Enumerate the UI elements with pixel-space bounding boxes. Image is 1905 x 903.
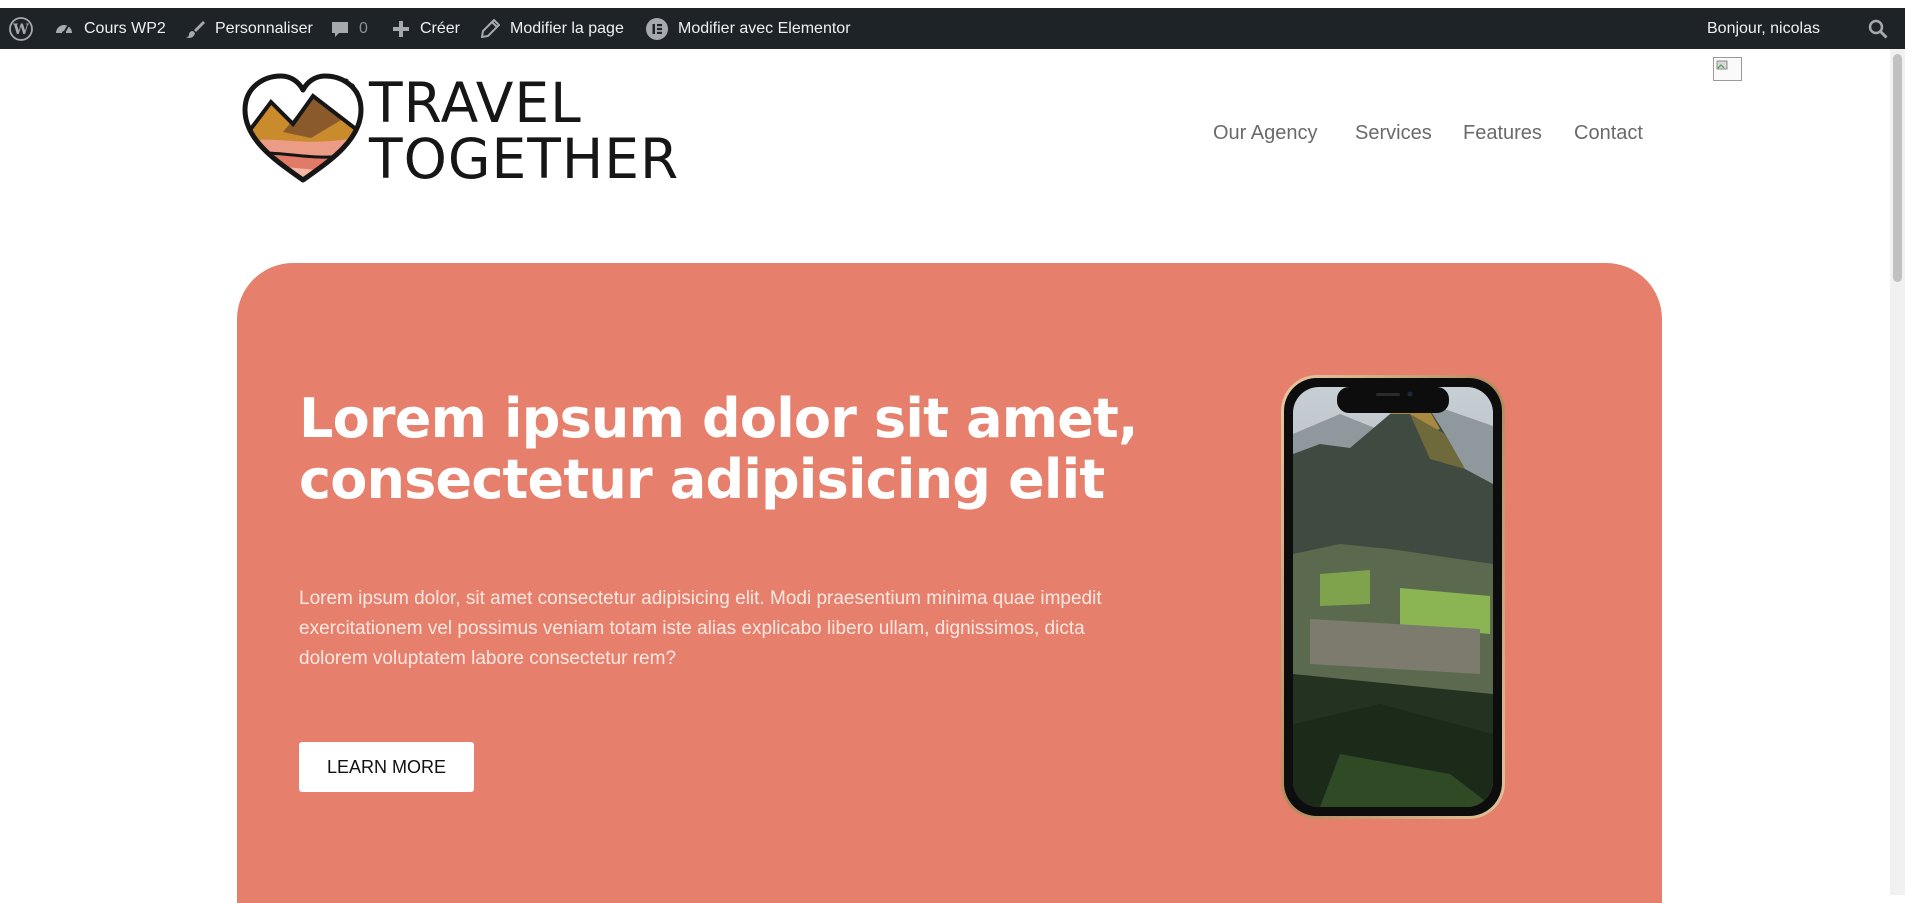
broken-image-icon xyxy=(1713,57,1742,81)
logo-line-1: TRAVEL xyxy=(369,71,582,135)
learn-more-button[interactable]: LEARN MORE xyxy=(299,742,474,792)
wordpress-logo-button[interactable]: W xyxy=(9,8,33,49)
customize-button[interactable]: Personnaliser xyxy=(185,8,313,49)
nav-features[interactable]: Features xyxy=(1463,119,1542,147)
nav-our-agency[interactable]: Our Agency xyxy=(1213,119,1318,147)
my-account-menu[interactable]: Bonjour, nicolas xyxy=(1707,8,1820,49)
hero-description-line-3: dolorem voluptatem labore consectetur re… xyxy=(299,648,677,669)
hero-title-line-1: Lorem ipsum dolor sit amet, xyxy=(299,387,1139,450)
hero-description-line-1: Lorem ipsum dolor, sit amet consectetur … xyxy=(299,588,1102,609)
phone-mockup xyxy=(1281,375,1505,819)
pencil-icon xyxy=(481,19,500,38)
heart-mountain-logo-icon xyxy=(242,73,364,183)
hero-section: Lorem ipsum dolor sit amet, consectetur … xyxy=(237,263,1662,903)
logo-wordmark: TRAVEL TOGETHER xyxy=(369,76,679,188)
hero-description: Lorem ipsum dolor, sit amet consectetur … xyxy=(299,584,1179,674)
edit-with-elementor-label: Modifier avec Elementor xyxy=(678,19,851,37)
edit-with-elementor-button[interactable]: Modifier avec Elementor xyxy=(646,8,851,49)
edit-page-label: Modifier la page xyxy=(510,19,624,37)
plus-icon xyxy=(393,20,409,37)
hero-title: Lorem ipsum dolor sit amet, consectetur … xyxy=(299,388,1199,510)
wp-admin-bar: W Cours WP2 Personnaliser 0 Créer Modifi… xyxy=(0,8,1905,49)
scrollbar-thumb[interactable] xyxy=(1893,54,1902,282)
edit-page-button[interactable]: Modifier la page xyxy=(481,8,624,49)
hero-description-line-2: exercitationem vel possimus veniam totam… xyxy=(299,618,1085,639)
nav-contact[interactable]: Contact xyxy=(1574,119,1643,147)
comments-count: 0 xyxy=(359,19,368,37)
comment-icon xyxy=(332,21,348,37)
new-content-label: Créer xyxy=(420,19,461,37)
logo-line-2: TOGETHER xyxy=(369,127,680,191)
site-name-label: Cours WP2 xyxy=(84,19,166,37)
browser-top-strip xyxy=(0,0,1905,8)
page-scrollbar[interactable] xyxy=(1890,49,1905,895)
site-name-menu[interactable]: Cours WP2 xyxy=(54,8,166,49)
admin-search-button[interactable] xyxy=(1868,8,1888,49)
search-icon xyxy=(1868,19,1888,39)
brush-icon xyxy=(186,20,205,38)
wordpress-icon: W xyxy=(9,16,33,41)
svg-text:W: W xyxy=(12,22,29,38)
dashboard-icon xyxy=(56,24,72,35)
site-logo[interactable]: TRAVEL TOGETHER xyxy=(241,72,678,187)
comments-button[interactable]: 0 xyxy=(331,8,368,49)
nav-services[interactable]: Services xyxy=(1355,119,1432,147)
elementor-icon xyxy=(646,17,668,40)
hero-title-line-2: consectetur adipisicing elit xyxy=(299,448,1105,511)
customize-label: Personnaliser xyxy=(215,19,313,37)
greeting-label: Bonjour, nicolas xyxy=(1707,19,1820,37)
new-content-menu[interactable]: Créer xyxy=(392,8,460,49)
